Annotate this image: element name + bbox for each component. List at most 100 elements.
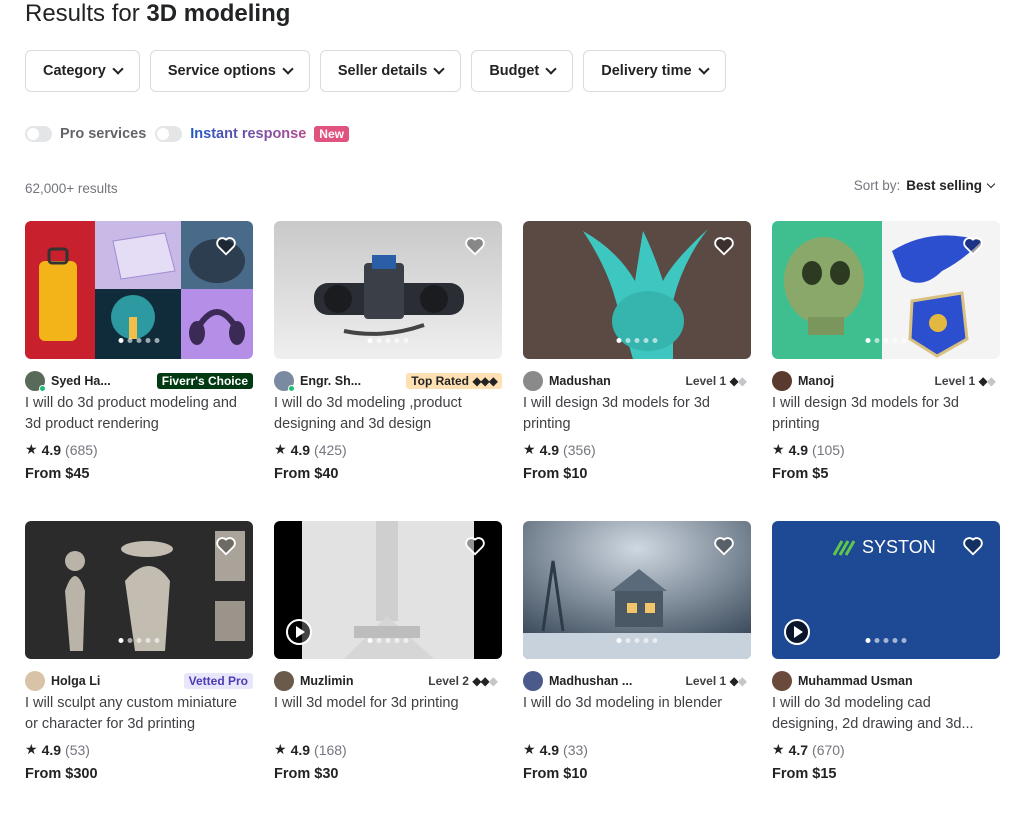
- carousel-dots[interactable]: [865, 338, 907, 343]
- gig-image[interactable]: [274, 221, 502, 359]
- carousel-dots[interactable]: [616, 638, 658, 643]
- avatar[interactable]: [274, 671, 294, 691]
- seller-name[interactable]: Madhushan ...: [549, 674, 680, 688]
- gig-image[interactable]: [25, 221, 253, 359]
- rating-value: 4.9: [290, 441, 311, 458]
- gig-image[interactable]: [523, 221, 751, 359]
- price[interactable]: From $10: [523, 766, 751, 782]
- heart-icon[interactable]: [215, 235, 237, 257]
- price[interactable]: From $45: [25, 466, 253, 482]
- rating-value: 4.9: [539, 441, 560, 458]
- carousel-dots[interactable]: [118, 338, 160, 343]
- heart-icon[interactable]: [464, 535, 486, 557]
- rating: ★ 4.9 (33): [523, 741, 751, 758]
- gig-card[interactable]: Manoj Level 1 ◆◆ I will design 3d models…: [772, 221, 1000, 482]
- chevron-down-icon: [433, 63, 445, 75]
- rating-value: 4.9: [41, 441, 62, 458]
- filter-service-options[interactable]: Service options: [149, 50, 310, 92]
- price[interactable]: From $10: [523, 466, 751, 482]
- rating: ★ 4.9 (53): [25, 741, 253, 758]
- seller-name[interactable]: Muzlimin: [300, 674, 423, 688]
- price[interactable]: From $30: [274, 766, 502, 782]
- filter-budget[interactable]: Budget: [471, 50, 574, 92]
- gig-image[interactable]: [25, 521, 253, 659]
- heart-icon[interactable]: [215, 535, 237, 557]
- gig-card[interactable]: Madhushan ... Level 1 ◆◆ I will do 3d mo…: [523, 521, 751, 782]
- price[interactable]: From $300: [25, 766, 253, 782]
- filter-bar: Category Service options Seller details …: [25, 50, 726, 92]
- seller-row: Muhammad Usman: [772, 671, 1000, 691]
- filter-delivery-time[interactable]: Delivery time: [583, 50, 726, 92]
- gig-title[interactable]: I will do 3d modeling ,product designing…: [274, 393, 502, 435]
- price[interactable]: From $40: [274, 466, 502, 482]
- gig-title[interactable]: I will do 3d product modeling and 3d pro…: [25, 393, 253, 435]
- badge-label: Level 1: [685, 674, 727, 688]
- avatar[interactable]: [523, 371, 543, 391]
- gig-image[interactable]: SYSTON: [772, 521, 1000, 659]
- price[interactable]: From $15: [772, 766, 1000, 782]
- heart-icon[interactable]: [713, 235, 735, 257]
- carousel-dots[interactable]: [616, 338, 658, 343]
- seller-name[interactable]: Manoj: [798, 374, 929, 388]
- instant-response-toggle[interactable]: [155, 126, 183, 142]
- gig-image[interactable]: [772, 221, 1000, 359]
- gig-card[interactable]: Syed Ha... Fiverr's Choice I will do 3d …: [25, 221, 253, 482]
- avatar[interactable]: [25, 671, 45, 691]
- gig-card[interactable]: SYSTON Muhammad Usman I will do 3d model…: [772, 521, 1000, 782]
- gig-title[interactable]: I will do 3d modeling cad designing, 2d …: [772, 693, 1000, 735]
- review-count: (168): [314, 741, 347, 758]
- price[interactable]: From $5: [772, 466, 1000, 482]
- seller-name[interactable]: Engr. Sh...: [300, 374, 406, 388]
- rating: ★ 4.9 (425): [274, 441, 502, 458]
- avatar[interactable]: [25, 371, 46, 392]
- pro-services-toggle[interactable]: [25, 126, 52, 142]
- gig-card[interactable]: Engr. Sh... Top Rated ◆◆◆ I will do 3d m…: [274, 221, 502, 482]
- gig-title[interactable]: I will sculpt any custom miniature or ch…: [25, 693, 253, 735]
- filter-label: Category: [43, 63, 106, 79]
- avatar[interactable]: [523, 671, 543, 691]
- carousel-dots[interactable]: [118, 638, 160, 643]
- top-rated-badge: Top Rated ◆◆◆: [406, 373, 502, 389]
- star-icon: ★: [274, 741, 287, 757]
- seller-name[interactable]: Madushan: [549, 374, 680, 388]
- chevron-down-icon: [986, 179, 996, 188]
- gig-card[interactable]: Muzlimin Level 2 ◆◆◆ I will 3d model for…: [274, 521, 502, 782]
- heart-icon[interactable]: [962, 535, 984, 557]
- filter-label: Delivery time: [601, 63, 692, 79]
- level-diamonds-icon: ◆◆: [472, 674, 489, 688]
- carousel-dots[interactable]: [367, 338, 409, 343]
- gig-title[interactable]: I will 3d model for 3d printing: [274, 693, 502, 735]
- gig-title[interactable]: I will do 3d modeling in blender: [523, 693, 751, 735]
- gig-card[interactable]: Holga Li Vetted Pro I will sculpt any cu…: [25, 521, 253, 782]
- avatar[interactable]: [274, 371, 295, 392]
- avatar[interactable]: [772, 671, 792, 691]
- instant-response-label: Instant response: [190, 126, 307, 142]
- carousel-dots[interactable]: [367, 638, 409, 643]
- heart-icon[interactable]: [962, 235, 984, 257]
- title-prefix: Results for: [25, 0, 140, 27]
- vetted-pro-badge: Vetted Pro: [183, 673, 253, 689]
- gig-image[interactable]: [523, 521, 751, 659]
- carousel-dots[interactable]: [865, 638, 907, 643]
- seller-name[interactable]: Muhammad Usman: [798, 674, 1000, 688]
- chevron-down-icon: [697, 63, 710, 75]
- rating-value: 4.9: [41, 741, 62, 758]
- avatar[interactable]: [772, 371, 792, 391]
- heart-icon[interactable]: [713, 535, 735, 557]
- seller-row: Syed Ha... Fiverr's Choice: [25, 371, 253, 392]
- gig-title[interactable]: I will design 3d models for 3d printing: [523, 393, 751, 435]
- seller-row: Holga Li Vetted Pro: [25, 671, 253, 691]
- filter-seller-details[interactable]: Seller details: [319, 50, 462, 92]
- play-video-icon[interactable]: [286, 619, 312, 645]
- heart-icon[interactable]: [464, 235, 486, 257]
- gig-title[interactable]: I will design 3d models for 3d printing: [772, 393, 1000, 435]
- seller-name[interactable]: Holga Li: [51, 674, 184, 688]
- filter-category[interactable]: Category: [25, 50, 140, 92]
- gig-card[interactable]: Madushan Level 1 ◆◆ I will design 3d mod…: [523, 221, 751, 482]
- play-video-icon[interactable]: [784, 619, 810, 645]
- badge-label: Level 1: [934, 374, 976, 388]
- sort-dropdown[interactable]: Sort by: Best selling: [854, 178, 996, 193]
- seller-name[interactable]: Syed Ha...: [51, 374, 157, 388]
- gig-image[interactable]: [274, 521, 502, 659]
- fiverrs-choice-badge: Fiverr's Choice: [156, 373, 253, 389]
